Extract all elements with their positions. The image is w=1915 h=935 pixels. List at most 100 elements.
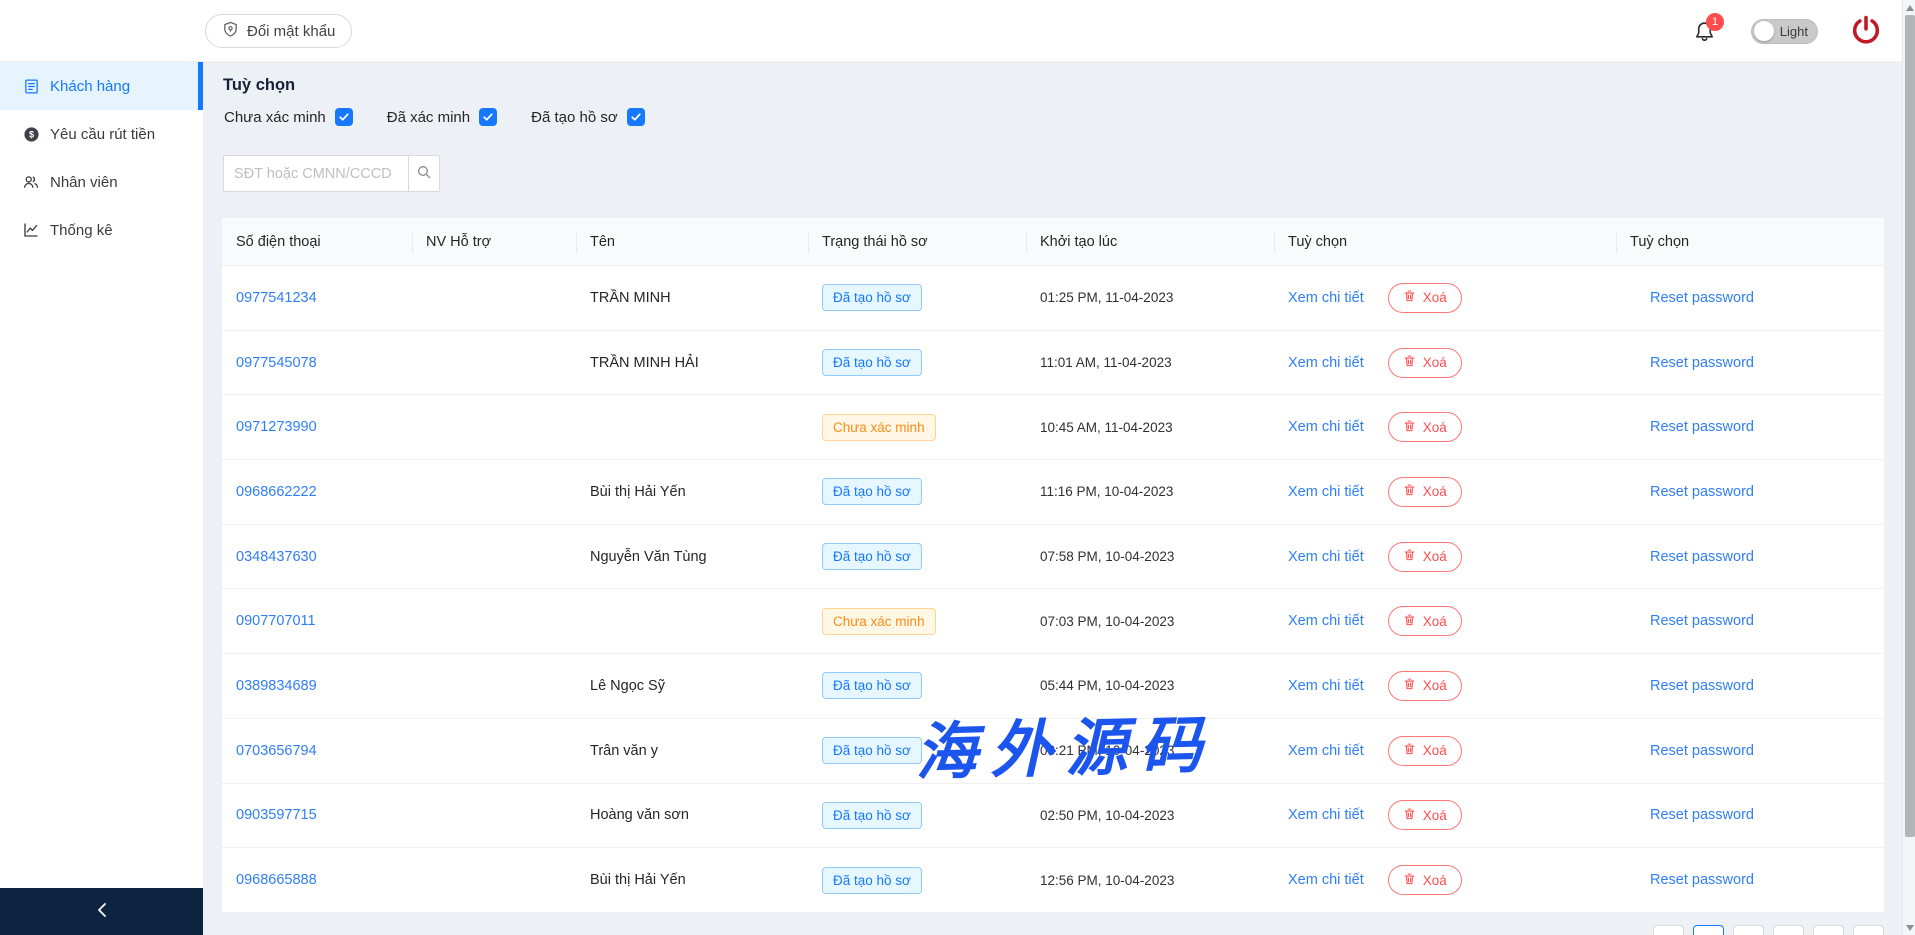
phone-link[interactable]: 0977541234 xyxy=(236,290,317,306)
phone-link[interactable]: 0977545078 xyxy=(236,355,317,371)
view-detail-link[interactable]: Xem chi tiết xyxy=(1288,484,1364,500)
sidebar-collapse-button[interactable] xyxy=(0,888,203,935)
pagination-page[interactable] xyxy=(1813,925,1844,935)
view-detail-link[interactable]: Xem chi tiết xyxy=(1288,290,1364,306)
logout-button[interactable] xyxy=(1848,13,1884,49)
toggle-knob-icon xyxy=(1754,21,1774,41)
sidebar-item[interactable]: Nhân viên xyxy=(0,158,203,206)
status-badge: Đã tạo hồ sơ xyxy=(822,543,922,571)
status-badge: Chưa xác minh xyxy=(822,413,936,441)
status-badge: Đã tạo hồ sơ xyxy=(822,801,922,829)
view-detail-link[interactable]: Xem chi tiết xyxy=(1288,613,1364,629)
checkbox-checked-icon[interactable] xyxy=(479,108,498,126)
pagination-page[interactable] xyxy=(1653,925,1684,935)
reset-password-link[interactable]: Reset password xyxy=(1650,678,1754,694)
customers-icon xyxy=(22,77,40,95)
delete-button[interactable]: Xoá xyxy=(1387,670,1462,701)
reset-password-link[interactable]: Reset password xyxy=(1650,872,1754,888)
view-detail-link[interactable]: Xem chi tiết xyxy=(1288,872,1364,888)
reset-password-link[interactable]: Reset password xyxy=(1650,419,1754,435)
notification-bell-button[interactable]: 1 xyxy=(1693,13,1724,46)
trash-icon xyxy=(1403,742,1416,759)
staff-icon xyxy=(22,173,40,191)
filter-checkbox[interactable]: Đã xác minh xyxy=(387,108,498,126)
column-header: Tuỳ chọn xyxy=(1274,218,1616,265)
reset-password-link[interactable]: Reset password xyxy=(1650,613,1754,629)
checkbox-checked-icon[interactable] xyxy=(626,108,645,126)
scroll-up-icon[interactable] xyxy=(1906,5,1914,11)
table-row: 0389834689 Lê Ngọc Sỹ Đã tạo hồ sơ 05:44 PM… xyxy=(222,654,1884,719)
sidebar-item[interactable]: $ Yêu cầu rút tiền xyxy=(0,110,203,158)
change-password-button[interactable]: Đổi mật khẩu xyxy=(205,14,353,48)
search-button[interactable] xyxy=(408,155,440,192)
reset-password-link[interactable]: Reset password xyxy=(1650,484,1754,500)
filter-checkbox[interactable]: Đã tạo hồ sơ xyxy=(531,108,645,126)
vertical-scrollbar[interactable] xyxy=(1902,0,1915,935)
filter-checkbox[interactable]: Chưa xác minh xyxy=(224,108,353,126)
phone-link[interactable]: 0971273990 xyxy=(236,419,317,435)
view-detail-link[interactable]: Xem chi tiết xyxy=(1288,678,1364,694)
view-detail-link[interactable]: Xem chi tiết xyxy=(1288,807,1364,823)
delete-label: Xoá xyxy=(1422,355,1447,371)
view-detail-link[interactable]: Xem chi tiết xyxy=(1288,549,1364,565)
shield-icon xyxy=(222,21,239,42)
reset-password-link[interactable]: Reset password xyxy=(1650,743,1754,759)
delete-button[interactable]: Xoá xyxy=(1387,865,1462,896)
phone-link[interactable]: 0903597715 xyxy=(236,807,317,823)
pagination-page[interactable] xyxy=(1853,925,1884,935)
delete-button[interactable]: Xoá xyxy=(1387,347,1462,378)
scroll-down-icon[interactable] xyxy=(1906,925,1914,931)
reset-password-link[interactable]: Reset password xyxy=(1650,355,1754,371)
checkbox-checked-icon[interactable] xyxy=(334,108,353,126)
delete-button[interactable]: Xoá xyxy=(1387,412,1462,443)
delete-label: Xoá xyxy=(1422,290,1447,306)
status-badge: Đã tạo hồ sơ xyxy=(822,866,922,894)
delete-label: Xoá xyxy=(1422,872,1447,888)
scrollbar-thumb[interactable] xyxy=(1904,15,1915,837)
delete-button[interactable]: Xoá xyxy=(1387,735,1462,766)
search-input[interactable] xyxy=(223,155,408,192)
sidebar-item[interactable]: Khách hàng xyxy=(0,62,203,110)
customer-name: Trân văn y xyxy=(590,742,658,759)
trash-icon xyxy=(1403,677,1416,694)
trash-icon xyxy=(1403,354,1416,371)
search-icon xyxy=(416,164,432,183)
trash-icon xyxy=(1403,807,1416,824)
phone-link[interactable]: 0703656794 xyxy=(236,743,317,759)
delete-button[interactable]: Xoá xyxy=(1387,476,1462,507)
pagination-page[interactable] xyxy=(1733,925,1764,935)
delete-button[interactable]: Xoá xyxy=(1387,282,1462,313)
created-at: 10:45 AM, 11-04-2023 xyxy=(1040,419,1173,435)
delete-label: Xoá xyxy=(1422,678,1447,694)
phone-link[interactable]: 0348437630 xyxy=(236,549,317,565)
table-row: 0903597715 Hoàng văn sơn Đã tạo hồ sơ 02:50… xyxy=(222,783,1884,849)
theme-toggle[interactable]: Light xyxy=(1751,18,1818,44)
phone-link[interactable]: 0968662222 xyxy=(236,484,317,500)
column-header: Tuỳ chọn xyxy=(1616,218,1884,265)
status-badge: Đã tạo hồ sơ xyxy=(822,672,922,700)
view-detail-link[interactable]: Xem chi tiết xyxy=(1288,355,1364,371)
view-detail-link[interactable]: Xem chi tiết xyxy=(1288,419,1364,435)
table-row: 0348437630 Nguyễn Văn Tùng Đã tạo hồ sơ 07:… xyxy=(222,524,1884,590)
sidebar: Khách hàng $ Yêu cầu rút tiền Nhân viên Thốn… xyxy=(0,62,203,888)
phone-link[interactable]: 0907707011 xyxy=(236,613,316,629)
reset-password-link[interactable]: Reset password xyxy=(1650,549,1754,565)
created-at: 07:03 PM, 10-04-2023 xyxy=(1040,613,1175,629)
reset-password-link[interactable]: Reset password xyxy=(1650,290,1754,306)
delete-button[interactable]: Xoá xyxy=(1387,800,1462,831)
withdraw-icon: $ xyxy=(22,125,40,143)
delete-button[interactable]: Xoá xyxy=(1387,606,1462,637)
pagination-page-active[interactable] xyxy=(1693,925,1724,935)
column-header: NV Hỗ trợ xyxy=(412,218,576,265)
sidebar-item[interactable]: Thống kê xyxy=(0,206,203,254)
view-detail-link[interactable]: Xem chi tiết xyxy=(1288,743,1364,759)
sidebar-item-label: Khách hàng xyxy=(50,77,131,95)
table-row: 0703656794 Trân văn y Đã tạo hồ sơ 03:21 PM… xyxy=(222,718,1884,784)
sidebar-item-label: Thống kê xyxy=(50,221,113,239)
pagination-page[interactable] xyxy=(1773,925,1804,935)
delete-button[interactable]: Xoá xyxy=(1387,541,1462,572)
phone-link[interactable]: 0389834689 xyxy=(236,678,317,694)
reset-password-link[interactable]: Reset password xyxy=(1650,807,1754,823)
phone-link[interactable]: 0968665888 xyxy=(236,872,317,888)
trash-icon xyxy=(1403,483,1416,500)
